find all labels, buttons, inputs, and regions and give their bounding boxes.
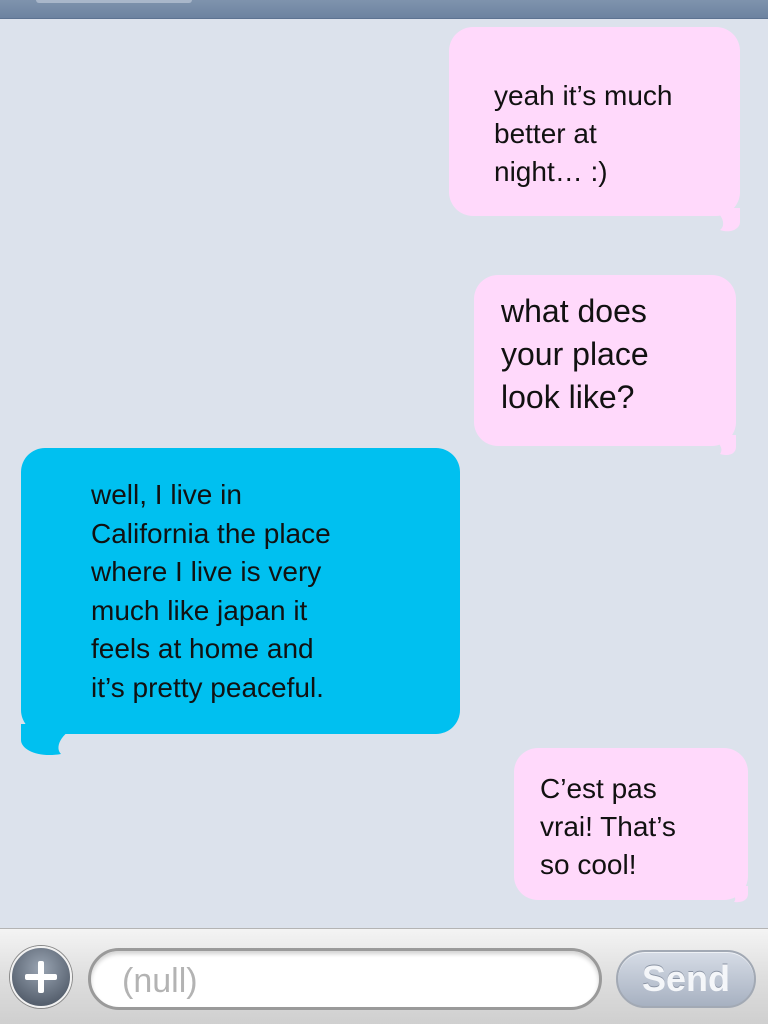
message-text: C’est pas vrai! That’s so cool! [540,773,676,880]
messages-screen: yeah it’s much better at night… :) what … [0,0,768,1024]
plus-icon [25,961,57,993]
message-text: well, I live in California the place whe… [91,479,331,703]
send-button[interactable]: Send [616,950,756,1008]
message-text: yeah it’s much better at night… :) [494,80,673,187]
message-text: what does your place look like? [501,293,649,415]
message-bubble-outgoing: C’est pas vrai! That’s so cool! [514,748,748,903]
add-attachment-button[interactable] [10,946,72,1008]
message-bubble-outgoing: yeah it’s much better at night… :) [449,27,740,232]
top-bar-tab [36,0,192,3]
top-navigation-bar [0,0,768,19]
compose-bar: (null) Send [0,928,768,1024]
message-input-placeholder: (null) [122,962,198,1000]
message-input[interactable]: (null) [88,948,602,1010]
message-bubble-incoming: well, I live in California the place whe… [21,448,460,756]
message-bubble-outgoing: what does your place look like? [474,275,736,456]
